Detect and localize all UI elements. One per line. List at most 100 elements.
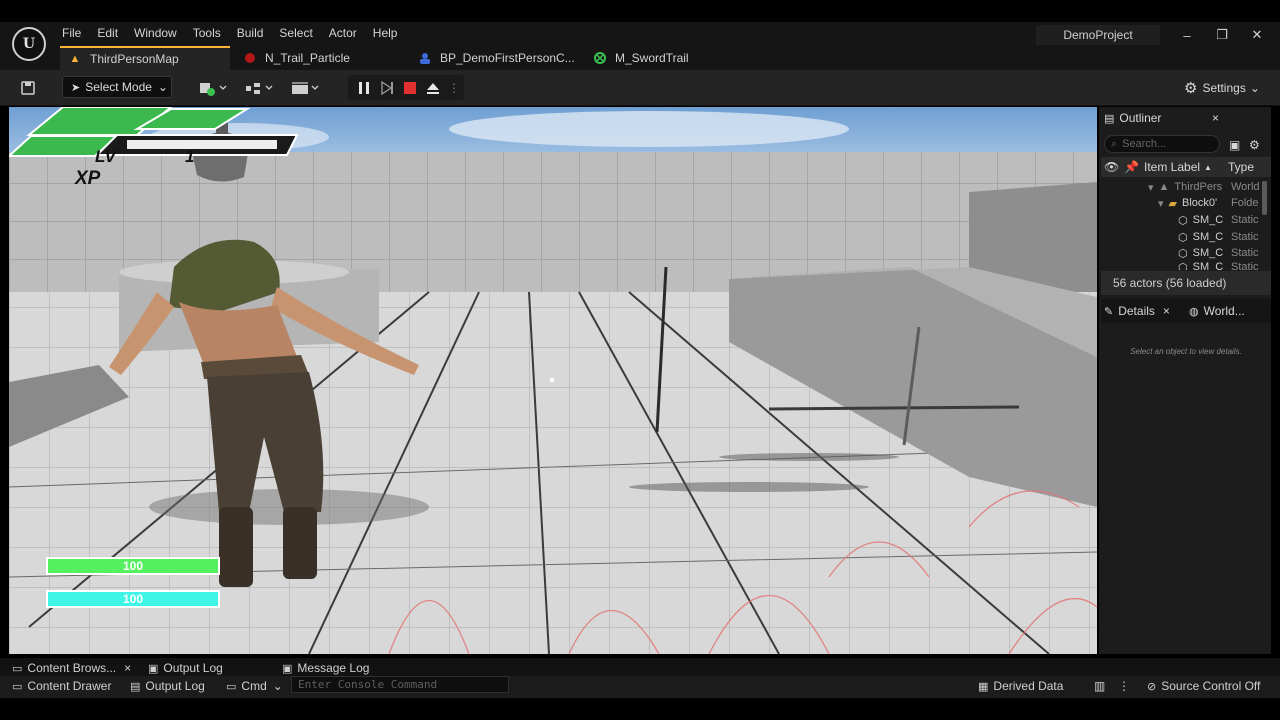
save-icon[interactable] bbox=[18, 78, 38, 98]
level-xp-panel bbox=[9, 107, 299, 157]
add-actor-button[interactable] bbox=[196, 78, 230, 98]
menu-edit[interactable]: Edit bbox=[89, 26, 126, 40]
restore-button[interactable]: ❐ bbox=[1207, 25, 1237, 45]
row-label: SM_C bbox=[1192, 214, 1224, 226]
blueprint-icon bbox=[418, 51, 432, 65]
outliner-row-world[interactable]: ▾ ▲ ThirdPers bbox=[1148, 179, 1222, 195]
select-mode-label: Select Mode bbox=[85, 80, 152, 94]
outliner-scrollbar[interactable] bbox=[1262, 181, 1267, 215]
add-folder-icon[interactable]: ▣ bbox=[1229, 134, 1245, 156]
visibility-eye-icon[interactable]: 👁 bbox=[1104, 157, 1119, 177]
outliner-row-static-mesh[interactable]: ⬡ SM_C bbox=[1178, 245, 1223, 261]
expand-arrow-icon: ▾ bbox=[1158, 197, 1164, 210]
sort-ascending-icon: ▲ bbox=[1204, 162, 1212, 172]
pin-icon[interactable]: 📌 bbox=[1124, 157, 1139, 177]
tab-world-settings[interactable]: ◍ World... bbox=[1189, 300, 1245, 322]
column-item-label[interactable]: Item Label ▲ bbox=[1144, 157, 1212, 177]
xp-label: XP bbox=[75, 168, 101, 189]
gear-icon[interactable]: ⚙ bbox=[1249, 134, 1265, 156]
tab-bp-demofirstperson[interactable]: BP_DemoFirstPersonC... bbox=[410, 46, 580, 70]
eject-icon[interactable] bbox=[423, 79, 443, 97]
static-mesh-icon: ⬡ bbox=[1178, 262, 1188, 270]
pause-icon[interactable] bbox=[354, 79, 374, 97]
row-type: Static bbox=[1231, 261, 1259, 270]
close-window-button[interactable]: ✕ bbox=[1242, 25, 1272, 45]
menu-window[interactable]: Window bbox=[126, 26, 185, 40]
outliner-icon: ▤ bbox=[1104, 112, 1115, 125]
outliner-header: ▤ Outliner bbox=[1104, 107, 1224, 129]
letterbox-bottom bbox=[0, 698, 1280, 720]
outliner-row-static-mesh[interactable]: ⬡ SM_C bbox=[1178, 229, 1223, 245]
tab-label: N_Trail_Particle bbox=[265, 51, 350, 65]
static-mesh-icon: ⬡ bbox=[1178, 231, 1188, 244]
outliner-row-static-mesh[interactable]: ⬡ SM_C bbox=[1178, 261, 1223, 270]
outliner-row-folder[interactable]: ▾ ▰ Block0' bbox=[1158, 195, 1217, 211]
row-label: SM_C bbox=[1192, 231, 1224, 243]
menu-actor[interactable]: Actor bbox=[321, 26, 365, 40]
gear-icon: ⚙ bbox=[1184, 80, 1198, 97]
tab-label: M_SwordTrail bbox=[615, 51, 689, 65]
play-options-icon[interactable]: ⋮ bbox=[448, 79, 460, 97]
menu-select[interactable]: Select bbox=[271, 26, 320, 40]
level-viewport[interactable]: LV 1 XP 100 100 bbox=[9, 107, 1097, 654]
row-label: SM_C bbox=[1192, 247, 1224, 259]
output-log-button[interactable]: ▤ Output Log bbox=[130, 677, 205, 695]
console-command-input[interactable]: Enter Console Command bbox=[291, 676, 509, 693]
stop-icon[interactable] bbox=[400, 79, 420, 97]
letterbox-top bbox=[0, 0, 1280, 22]
row-label: ThirdPers bbox=[1174, 181, 1223, 193]
close-details-icon[interactable]: × bbox=[1163, 304, 1170, 318]
output-log-icon: ▤ bbox=[130, 680, 141, 693]
blueprint-menu-button[interactable] bbox=[242, 78, 276, 98]
source-control-label: Source Control Off bbox=[1161, 679, 1261, 693]
menu-build[interactable]: Build bbox=[229, 26, 272, 40]
chevron-down-icon: ⌄ bbox=[1249, 81, 1260, 95]
output-log-icon: ▣ bbox=[148, 662, 159, 675]
outliner-search-input[interactable]: ⌕ Search... bbox=[1104, 135, 1220, 153]
cmd-dropdown[interactable]: ▭ Cmd ⌄ bbox=[226, 677, 283, 695]
close-tab-icon[interactable]: × bbox=[124, 661, 131, 675]
expand-arrow-icon: ▾ bbox=[1148, 181, 1154, 194]
row-type: Static bbox=[1231, 247, 1259, 259]
menu-tools[interactable]: Tools bbox=[185, 26, 229, 40]
main-toolbar bbox=[0, 70, 1280, 106]
details-tab-label: Details bbox=[1118, 304, 1155, 318]
row-label: SM_C bbox=[1192, 261, 1224, 270]
content-drawer-button[interactable]: ▭ Content Drawer bbox=[12, 677, 111, 695]
settings-label: Settings bbox=[1202, 81, 1246, 95]
tab-label: Message Log bbox=[297, 661, 370, 675]
menu-file[interactable]: File bbox=[54, 26, 89, 40]
world-icon: ▲ bbox=[1158, 181, 1170, 193]
source-control-button[interactable]: ⊘ Source Control Off bbox=[1147, 677, 1260, 695]
network-stats-icon[interactable]: ▥ bbox=[1094, 677, 1105, 695]
skip-frame-icon[interactable] bbox=[377, 79, 397, 97]
row-type: World bbox=[1231, 181, 1260, 193]
minimize-button[interactable]: – bbox=[1172, 25, 1202, 45]
content-browser-icon: ▭ bbox=[12, 662, 23, 675]
tab-m-swordtrail[interactable]: M_SwordTrail bbox=[585, 46, 755, 70]
tab-details[interactable]: ✎ Details × bbox=[1104, 300, 1170, 322]
tab-output-log[interactable]: ▣ Output Log bbox=[148, 659, 223, 677]
source-control-off-icon: ⊘ bbox=[1147, 680, 1157, 693]
tab-message-log[interactable]: ▣ Message Log bbox=[282, 659, 369, 677]
row-type: Static bbox=[1231, 214, 1259, 226]
settings-button[interactable]: ⚙ Settings ⌄ bbox=[1184, 78, 1260, 98]
close-outliner-icon[interactable]: × bbox=[1212, 107, 1226, 129]
tab-n-trail-particle[interactable]: N_Trail_Particle bbox=[235, 46, 405, 70]
menu-help[interactable]: Help bbox=[365, 26, 406, 40]
outliner-title: Outliner bbox=[1119, 111, 1162, 125]
niagara-icon bbox=[243, 51, 257, 65]
tab-label: Output Log bbox=[163, 661, 223, 675]
select-mode-dropdown[interactable]: ➤ Select Mode ⌄ bbox=[62, 76, 172, 98]
outliner-row-static-mesh[interactable]: ⬡ SM_C bbox=[1178, 212, 1223, 228]
unreal-logo-icon[interactable]: U bbox=[12, 27, 46, 61]
tab-content-browser[interactable]: ▭ Content Brows... × bbox=[12, 659, 131, 677]
tab-thirdpersonmap[interactable]: ▲ ThirdPersonMap bbox=[60, 46, 230, 70]
derived-data-button[interactable]: ▦ Derived Data bbox=[978, 677, 1063, 695]
more-options-icon[interactable]: ⋮ bbox=[1118, 677, 1130, 695]
crosshair bbox=[550, 378, 554, 382]
cinematics-button[interactable] bbox=[288, 78, 322, 98]
material-icon bbox=[593, 51, 607, 65]
static-mesh-icon: ⬡ bbox=[1178, 214, 1188, 227]
column-type[interactable]: Type bbox=[1228, 157, 1254, 177]
